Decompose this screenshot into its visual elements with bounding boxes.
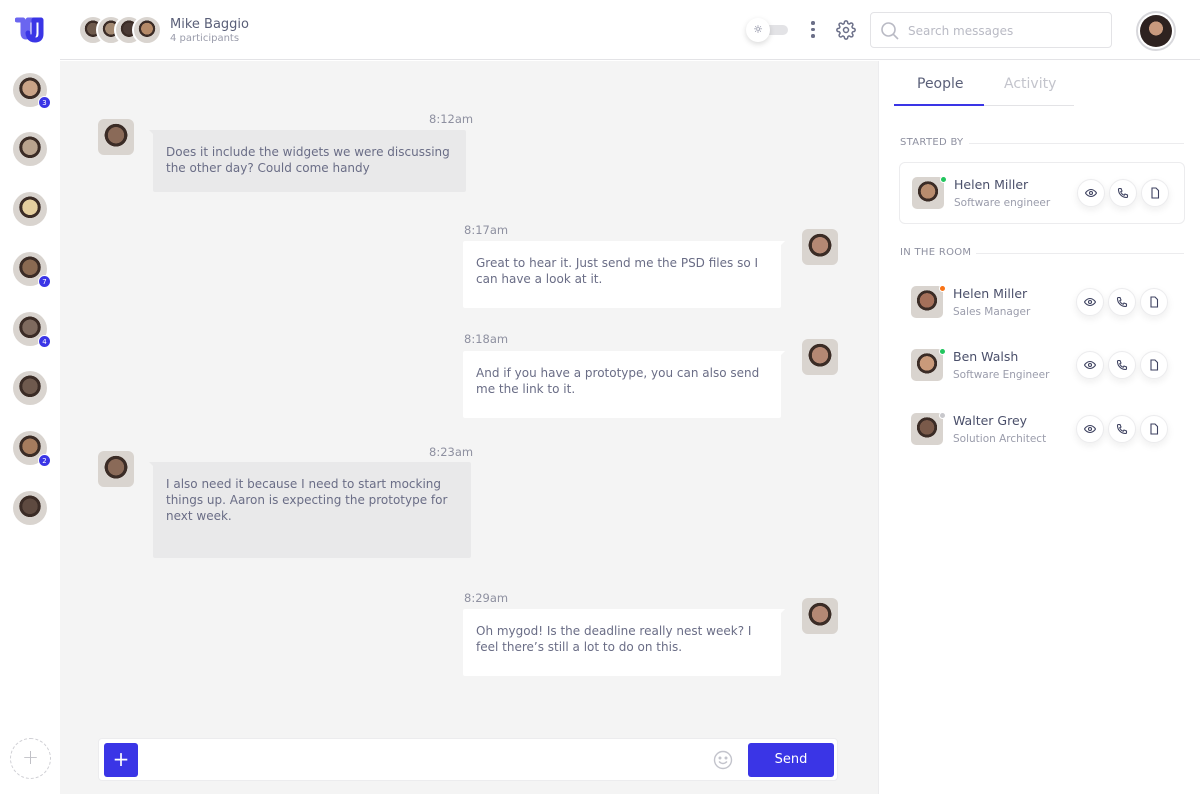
call-button[interactable] — [1108, 351, 1136, 379]
sender-avatar[interactable] — [98, 119, 134, 155]
more-options-icon[interactable] — [808, 18, 818, 42]
rail-contact-avatar[interactable]: 2 — [13, 431, 51, 467]
rail-contact-avatar[interactable]: 4 — [13, 312, 51, 348]
view-profile-button[interactable] — [1076, 351, 1104, 379]
call-button[interactable] — [1108, 288, 1136, 316]
person-avatar — [911, 413, 943, 445]
contact-photo — [13, 132, 47, 166]
person-name: Ben Walsh — [953, 349, 1019, 364]
message-timestamp: 8:23am — [429, 445, 474, 459]
message-timestamp: 8:29am — [464, 591, 509, 605]
status-offline-indicator — [939, 412, 946, 419]
files-button[interactable] — [1141, 179, 1169, 207]
chat-app: 3 7 4 2 + Mike Baggio 4 participants ☼ + — [0, 0, 1200, 794]
outgoing-message: Great to hear it. Just send me the PSD f… — [463, 241, 785, 308]
view-profile-button[interactable] — [1076, 288, 1104, 316]
current-user-photo — [1140, 15, 1172, 47]
rail-contact-avatar[interactable] — [13, 491, 47, 525]
unread-count-badge: 2 — [38, 454, 51, 467]
current-user-avatar[interactable] — [1136, 11, 1176, 51]
person-role: Solution Architect — [953, 433, 1047, 445]
divider — [976, 253, 1184, 254]
details-panel: People Activity STARTED BY Helen Miller … — [878, 61, 1200, 794]
emoji-icon[interactable] — [713, 750, 733, 770]
contacts-rail: 3 7 4 2 + — [0, 0, 60, 794]
person-name: Helen Miller — [953, 286, 1028, 301]
files-button[interactable] — [1140, 351, 1168, 379]
tab-activity[interactable]: Activity — [1004, 76, 1056, 92]
outgoing-message: Oh mygod! Is the deadline really nest we… — [463, 609, 785, 676]
rail-contact-avatar[interactable] — [13, 132, 47, 166]
person-role: Software engineer — [954, 197, 1051, 209]
theme-toggle[interactable]: ☼ — [746, 18, 790, 42]
person-role: Sales Manager — [953, 306, 1031, 318]
send-button[interactable]: Send — [748, 743, 834, 777]
person-name: Helen Miller — [954, 177, 1029, 192]
message-timestamp: 8:18am — [464, 332, 509, 346]
person-avatar — [911, 286, 943, 318]
message-thread: + Send 8:12am Does it include the widgets… — [60, 61, 878, 794]
incoming-message: I also need it because I need to start m… — [149, 462, 471, 558]
search-icon — [881, 22, 899, 40]
call-button[interactable] — [1109, 179, 1137, 207]
view-profile-button[interactable] — [1076, 415, 1104, 443]
divider — [969, 143, 1184, 144]
participant-avatar — [132, 15, 162, 45]
person-role: Software Engineer — [953, 369, 1050, 381]
unread-count-badge: 3 — [38, 96, 51, 109]
sender-avatar[interactable] — [802, 598, 838, 634]
rail-contact-avatar[interactable] — [13, 192, 47, 226]
message-timestamp: 8:17am — [464, 223, 509, 237]
message-input[interactable] — [147, 745, 707, 775]
settings-gear-icon[interactable] — [836, 20, 856, 40]
rail-contact-avatar[interactable]: 7 — [13, 252, 51, 288]
unread-count-badge: 4 — [38, 335, 51, 348]
unread-count-badge: 7 — [38, 275, 51, 288]
status-online-indicator — [940, 176, 947, 183]
participant-count: 4 participants — [170, 33, 240, 44]
incoming-message: Does it include the widgets we were disc… — [149, 130, 466, 192]
sun-icon: ☼ — [746, 18, 770, 42]
add-conversation-button[interactable]: + — [10, 738, 51, 779]
active-tab-indicator — [894, 104, 984, 106]
view-profile-button[interactable] — [1077, 179, 1105, 207]
sender-avatar[interactable] — [802, 339, 838, 375]
person-name: Walter Grey — [953, 413, 1028, 428]
rail-contact-avatar[interactable] — [13, 371, 47, 405]
search-box — [870, 12, 1112, 48]
search-input[interactable] — [908, 21, 1103, 41]
sender-avatar[interactable] — [98, 451, 134, 487]
message-timestamp: 8:12am — [429, 112, 474, 126]
person-avatar — [912, 177, 944, 209]
contact-photo — [13, 371, 47, 405]
contact-photo — [13, 192, 47, 226]
person-card[interactable]: Helen Miller Software engineer — [899, 162, 1185, 224]
contact-photo — [13, 491, 47, 525]
person-avatar — [911, 349, 943, 381]
started-by-heading: STARTED BY — [900, 137, 964, 148]
files-button[interactable] — [1140, 415, 1168, 443]
chat-header: Mike Baggio 4 participants ☼ — [60, 0, 1200, 60]
tab-people[interactable]: People — [917, 76, 964, 92]
person-card[interactable]: Ben Walsh Software Engineer — [899, 335, 1185, 397]
files-button[interactable] — [1140, 288, 1168, 316]
call-button[interactable] — [1108, 415, 1136, 443]
attach-button[interactable]: + — [104, 743, 138, 777]
rail-contact-avatar[interactable]: 3 — [13, 73, 51, 109]
status-online-indicator — [939, 348, 946, 355]
sender-avatar[interactable] — [802, 229, 838, 265]
panel-tabs: People Activity — [894, 61, 1074, 106]
person-card[interactable]: Walter Grey Solution Architect — [899, 399, 1185, 461]
status-away-indicator — [939, 285, 946, 292]
message-composer: + Send — [98, 738, 838, 781]
in-room-heading: IN THE ROOM — [900, 247, 972, 258]
chat-title: Mike Baggio — [170, 17, 249, 32]
outgoing-message: And if you have a prototype, you can als… — [463, 351, 785, 418]
person-card[interactable]: Helen Miller Sales Manager — [899, 272, 1185, 334]
app-logo[interactable] — [15, 17, 45, 43]
